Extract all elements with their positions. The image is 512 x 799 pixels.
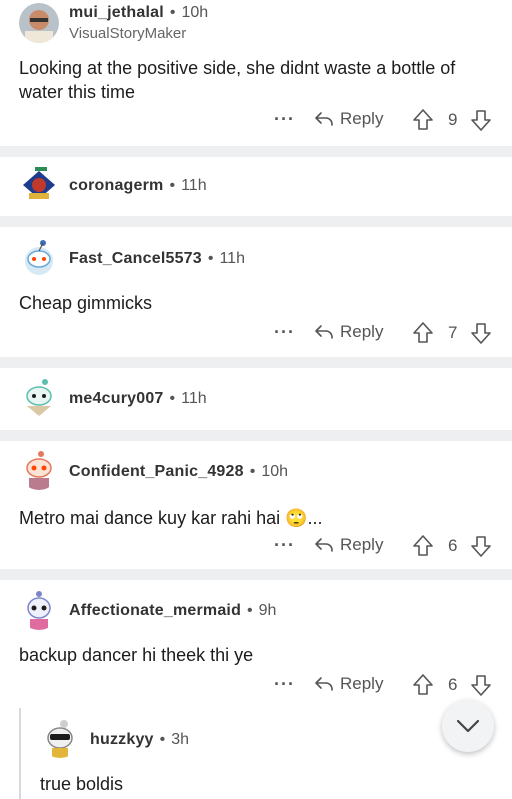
timestamp: 10h (181, 4, 209, 21)
comment-meta: Fast_Cancel5573 • 11h (69, 250, 245, 268)
username[interactable]: huzzkyy (90, 731, 154, 748)
avatar[interactable] (40, 718, 80, 758)
timestamp: 11h (181, 390, 207, 407)
vote-score: 6 (448, 675, 458, 694)
comment-reply: huzzkyy • 3h true boldis (0, 708, 512, 799)
comment-actions: ··· Reply 6 (270, 672, 500, 700)
reply-button[interactable]: Reply (314, 322, 383, 342)
comment-collapsed[interactable]: coronagerm • 11h (0, 157, 512, 216)
comment-meta: coronagerm • 11h (69, 177, 207, 195)
avatar[interactable] (19, 450, 59, 490)
username[interactable]: me4cury007 (69, 390, 164, 407)
reply-button[interactable]: Reply (314, 109, 383, 129)
comment-body: Looking at the positive side, she didnt … (19, 58, 456, 102)
comment-separator (0, 216, 512, 227)
upvote-icon[interactable] (412, 321, 434, 345)
avatar[interactable] (19, 590, 59, 630)
upvote-icon[interactable] (412, 534, 434, 558)
comment-separator (0, 569, 512, 580)
comment: Confident_Panic_4928 • 10h Metro mai dance… (0, 441, 512, 569)
timestamp: 11h (181, 177, 207, 194)
comment-actions: ··· Reply 9 (270, 107, 500, 135)
separator-dot: • (247, 602, 253, 619)
comment: Affectionate_mermaid • 9h backup dancer hi… (0, 580, 512, 708)
comment-body: Cheap gimmicks (19, 293, 153, 313)
comment-body: Metro mai dance kuy kar rahi hai 🙄... (19, 508, 323, 528)
reply-arrow-icon (315, 538, 333, 552)
reply-arrow-icon (315, 677, 333, 691)
separator-dot: • (249, 463, 256, 480)
comment: Fast_Cancel5573 • 11h Cheap gimmicks ··· R… (0, 227, 512, 357)
separator-dot: • (169, 390, 176, 407)
comment-collapsed[interactable]: me4cury007 • 11h (0, 368, 512, 430)
vote-score: 6 (448, 536, 458, 555)
chevron-down-icon (456, 719, 480, 733)
downvote-icon[interactable] (470, 534, 492, 558)
comment-meta: Affectionate_mermaid • 9h (69, 602, 276, 620)
username[interactable]: Affectionate_mermaid (69, 602, 241, 619)
comment-separator (0, 146, 512, 157)
reply-label: Reply (340, 109, 384, 128)
avatar[interactable] (19, 237, 59, 277)
comment-actions: ··· Reply 7 (270, 320, 500, 348)
reply-label: Reply (340, 535, 384, 554)
vote-score: 7 (448, 323, 458, 342)
timestamp: 10h (261, 463, 289, 480)
username[interactable]: mui_jethalal (69, 4, 164, 21)
avatar[interactable] (19, 376, 59, 416)
reply-label: Reply (340, 322, 384, 341)
more-icon[interactable]: ··· (274, 322, 295, 343)
vote-score: 9 (448, 110, 458, 129)
comment-meta: me4cury007 • 11h (69, 390, 207, 408)
timestamp: 9h (258, 602, 277, 619)
timestamp: 11h (219, 250, 245, 267)
timestamp: 3h (171, 731, 190, 748)
comment-body: backup dancer hi theek thi ye (19, 645, 254, 665)
downvote-icon[interactable] (470, 108, 492, 132)
more-icon[interactable]: ··· (274, 109, 295, 130)
comment-meta: huzzkyy • 3h (90, 731, 189, 749)
username[interactable]: coronagerm (69, 177, 163, 194)
comment-meta: Confident_Panic_4928 • 10h (69, 463, 288, 481)
comment-body: true boldis (40, 774, 124, 794)
scroll-down-button[interactable] (442, 700, 494, 752)
separator-dot: • (207, 250, 214, 267)
upvote-icon[interactable] (412, 108, 434, 132)
comment-separator (0, 357, 512, 368)
more-icon[interactable]: ··· (274, 535, 295, 556)
reply-button[interactable]: Reply (314, 674, 383, 694)
separator-dot: • (169, 177, 176, 194)
reply-arrow-icon (315, 112, 333, 126)
separator-dot: • (159, 731, 166, 748)
more-icon[interactable]: ··· (274, 674, 295, 695)
avatar[interactable] (19, 165, 59, 205)
comment: mui_jethalal • 10h VisualStoryMaker Lookin… (0, 0, 512, 146)
avatar[interactable] (19, 3, 59, 43)
reply-arrow-icon (315, 325, 333, 339)
reply-label: Reply (340, 674, 384, 693)
comment-meta: mui_jethalal • 10h (69, 4, 208, 22)
upvote-icon[interactable] (412, 673, 434, 697)
separator-dot: • (169, 4, 176, 21)
downvote-icon[interactable] (470, 673, 492, 697)
username[interactable]: Fast_Cancel5573 (69, 250, 202, 267)
username[interactable]: Confident_Panic_4928 (69, 463, 244, 480)
comment-actions: ··· Reply 6 (270, 533, 500, 561)
user-flair: VisualStoryMaker (69, 25, 187, 42)
reply-button[interactable]: Reply (314, 535, 383, 555)
comment-separator (0, 430, 512, 441)
downvote-icon[interactable] (470, 321, 492, 345)
